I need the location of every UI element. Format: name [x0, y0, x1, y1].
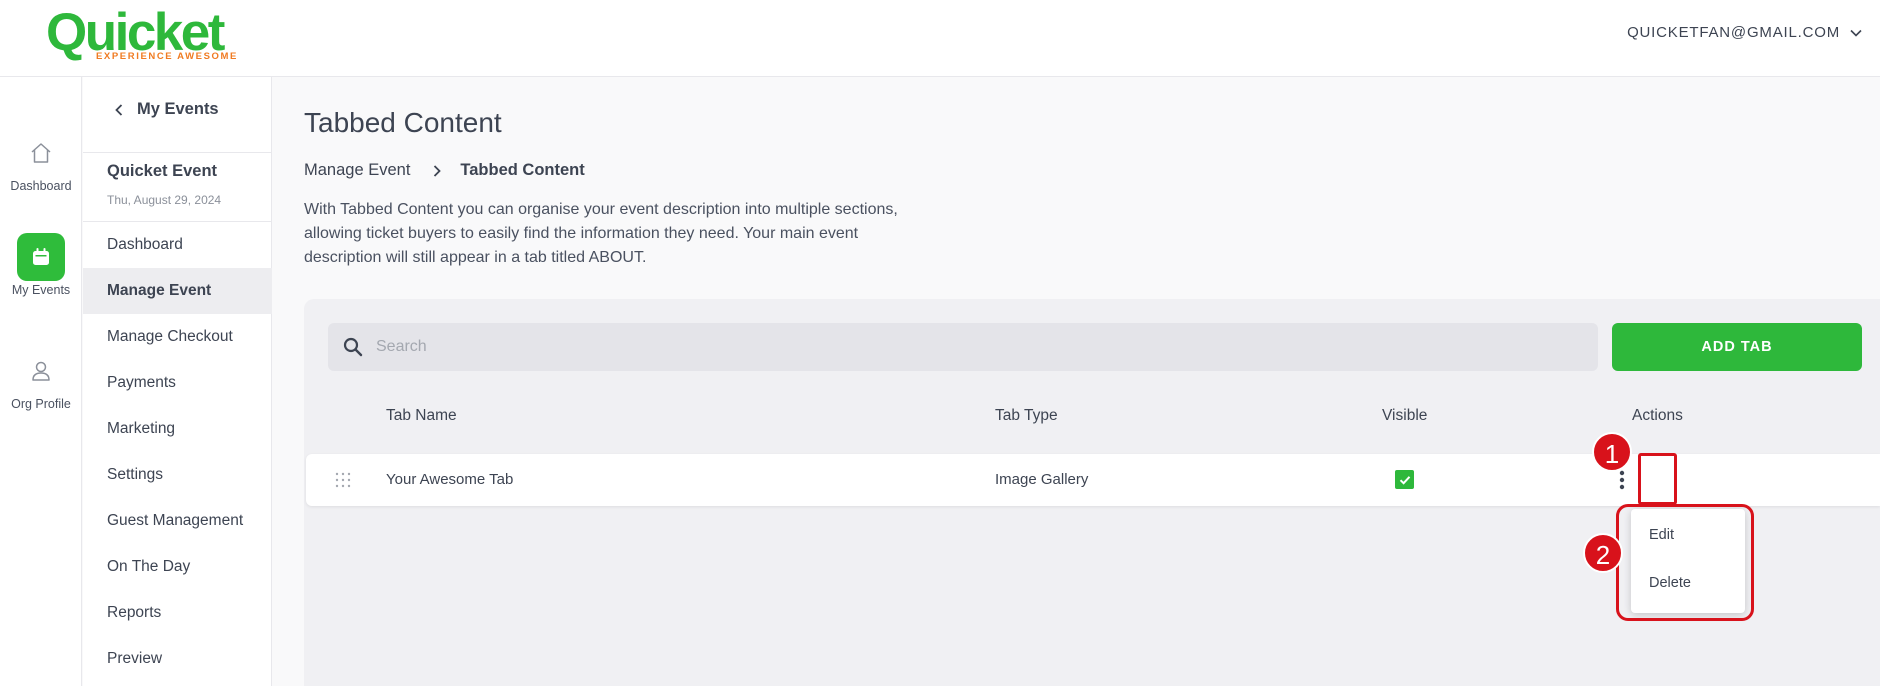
- nav-item-manage-checkout[interactable]: Manage Checkout: [83, 314, 272, 360]
- drag-handle-icon[interactable]: [334, 471, 352, 489]
- annotation-badge-1: 1: [1592, 432, 1632, 472]
- nav-item-on-the-day[interactable]: On The Day: [83, 544, 272, 590]
- column-header-visible: Visible: [1382, 407, 1428, 424]
- breadcrumb-parent[interactable]: Manage Event: [304, 161, 410, 180]
- rail-item-org-profile[interactable]: Org Profile: [0, 347, 82, 411]
- nav-item-reports[interactable]: Reports: [83, 590, 272, 636]
- back-label: My Events: [137, 100, 219, 118]
- nav-item-guest-management[interactable]: Guest Management: [83, 498, 272, 544]
- rail-label: Dashboard: [10, 179, 72, 193]
- chevron-right-icon: [432, 164, 442, 178]
- user-email: QUICKETFAN@GMAIL.COM: [1627, 24, 1840, 41]
- column-header-tab-name: Tab Name: [386, 407, 457, 424]
- page-description: With Tabbed Content you can organise you…: [304, 201, 898, 266]
- rail-label: Org Profile: [11, 397, 71, 411]
- row-tab-name: Your Awesome Tab: [386, 471, 514, 488]
- home-icon: [17, 129, 65, 177]
- chevron-down-icon: [1850, 29, 1862, 37]
- column-header-tab-type: Tab Type: [995, 407, 1058, 424]
- calendar-icon: [17, 233, 65, 281]
- quicket-logo[interactable]: Quicket EXPERIENCE AWESOME: [46, 6, 236, 64]
- annotation-highlight-dropdown: [1616, 504, 1754, 621]
- page-title: Tabbed Content: [304, 107, 502, 138]
- nav-item-settings[interactable]: Settings: [83, 452, 272, 498]
- back-to-my-events[interactable]: My Events: [113, 100, 219, 119]
- search-icon: [343, 337, 363, 357]
- search-input[interactable]: [376, 338, 1576, 356]
- nav-item-payments[interactable]: Payments: [83, 360, 272, 406]
- event-nav: Dashboard Manage Event Manage Checkout P…: [83, 222, 272, 682]
- rail-item-dashboard[interactable]: Dashboard: [0, 129, 82, 193]
- top-header: Quicket EXPERIENCE AWESOME QUICKETFAN@GM…: [0, 0, 1880, 77]
- user-account-menu[interactable]: QUICKETFAN@GMAIL.COM: [1627, 24, 1864, 41]
- annotation-highlight-actions-button: [1638, 453, 1677, 505]
- nav-item-marketing[interactable]: Marketing: [83, 406, 272, 452]
- annotation-badge-2: 2: [1583, 533, 1623, 573]
- chevron-left-icon: [115, 103, 123, 116]
- rail-item-my-events[interactable]: My Events: [0, 233, 82, 297]
- nav-item-manage-event[interactable]: Manage Event: [83, 268, 272, 314]
- event-name: Quicket Event: [107, 162, 218, 180]
- search-box: [328, 323, 1598, 371]
- row-tab-type: Image Gallery: [995, 471, 1089, 488]
- nav-item-dashboard[interactable]: Dashboard: [83, 222, 272, 268]
- event-date: Thu, August 29, 2024: [107, 193, 222, 207]
- breadcrumb-current: Tabbed Content: [460, 161, 585, 179]
- add-tab-button[interactable]: ADD TAB: [1612, 323, 1862, 371]
- more-vertical-icon: [1619, 470, 1625, 490]
- logo-tagline: EXPERIENCE AWESOME: [96, 51, 238, 62]
- visible-checkbox[interactable]: [1395, 470, 1414, 489]
- breadcrumb: Manage Event Tabbed Content: [304, 161, 585, 180]
- checkmark-icon: [1399, 475, 1410, 485]
- user-icon: [17, 347, 65, 395]
- rail-label: My Events: [11, 283, 71, 297]
- column-header-actions: Actions: [1632, 407, 1683, 424]
- icon-rail: Dashboard My Events Org Profile: [0, 77, 82, 686]
- nav-item-preview[interactable]: Preview: [83, 636, 272, 682]
- event-sidebar: My Events Quicket Event Thu, August 29, …: [83, 77, 272, 686]
